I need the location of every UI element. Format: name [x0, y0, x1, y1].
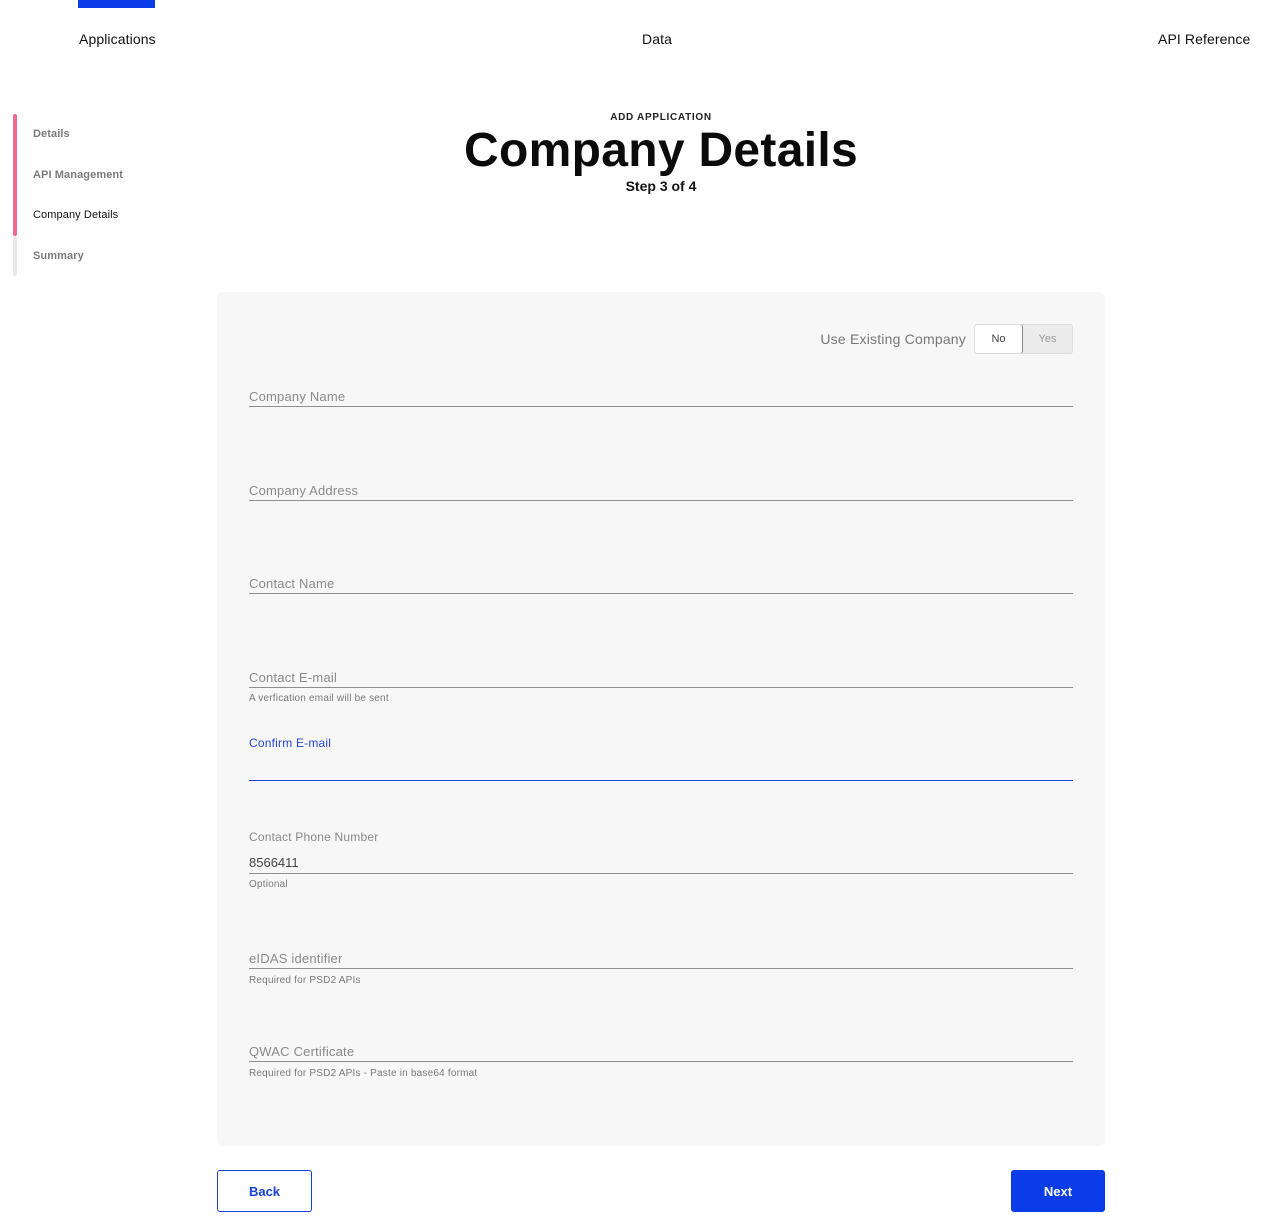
confirm-email-label: Confirm E-mail	[249, 736, 332, 750]
step-indicator	[13, 154, 17, 195]
progress-stepper: Details API Management Company Details S…	[13, 114, 123, 276]
eidas-field[interactable]: eIDAS identifier Required for PSD2 APIs	[249, 952, 1073, 986]
page-eyebrow: ADD APPLICATION	[610, 112, 712, 123]
step-company-details[interactable]: Company Details	[13, 195, 123, 236]
next-button[interactable]: Next	[1011, 1170, 1105, 1212]
eidas-hint: Required for PSD2 APIs	[249, 975, 361, 986]
contact-name-placeholder: Contact Name	[249, 576, 335, 591]
company-address-field[interactable]: Company Address	[249, 484, 1073, 501]
company-name-input[interactable]: Company Name	[249, 390, 1073, 407]
contact-phone-hint: Optional	[249, 879, 288, 890]
step-indicator	[13, 195, 17, 236]
nav-applications[interactable]: Applications	[78, 0, 156, 47]
step-label: Company Details	[33, 209, 119, 222]
back-button[interactable]: Back	[217, 1170, 312, 1212]
existing-company-toggle: Use Existing Company No Yes	[820, 324, 1073, 354]
qwac-placeholder: QWAC Certificate	[249, 1044, 355, 1059]
existing-company-no-button[interactable]: No	[975, 325, 1023, 353]
qwac-hint: Required for PSD2 APIs - Paste in base64…	[249, 1068, 478, 1079]
company-address-placeholder: Company Address	[249, 483, 359, 498]
qwac-field[interactable]: QWAC Certificate Required for PSD2 APIs …	[249, 1045, 1073, 1079]
step-api-management[interactable]: API Management	[13, 154, 124, 195]
existing-company-switch: No Yes	[974, 324, 1073, 354]
company-address-input[interactable]: Company Address	[249, 484, 1073, 501]
confirm-email-field[interactable]: Confirm E-mail	[249, 736, 1073, 781]
qwac-input[interactable]: QWAC Certificate	[249, 1045, 1073, 1062]
step-label: API Management	[33, 168, 124, 181]
contact-email-placeholder: Contact E-mail	[249, 670, 338, 685]
contact-phone-field[interactable]: Contact Phone Number 8566411 Optional	[249, 830, 1073, 890]
contact-email-field[interactable]: Contact E-mail A verfication email will …	[249, 671, 1073, 704]
existing-company-yes-button[interactable]: Yes	[1023, 325, 1072, 353]
existing-company-label: Use Existing Company	[820, 331, 966, 347]
step-indicator	[13, 114, 17, 155]
top-nav: Applications Data API Reference	[0, 0, 1277, 60]
contact-name-input[interactable]: Contact Name	[249, 577, 1073, 594]
contact-email-hint: A verfication email will be sent	[249, 693, 389, 704]
eidas-input[interactable]: eIDAS identifier	[249, 952, 1073, 969]
nav-data[interactable]: Data	[642, 31, 672, 47]
nav-api-reference[interactable]: API Reference	[1158, 31, 1250, 47]
page-header: ADD APPLICATION Company Details Step 3 o…	[217, 112, 1105, 194]
step-indicator	[13, 235, 17, 276]
confirm-email-input[interactable]	[249, 750, 1073, 781]
eidas-placeholder: eIDAS identifier	[249, 951, 343, 966]
company-name-field[interactable]: Company Name	[249, 390, 1073, 407]
company-form: Use Existing Company No Yes Company Name…	[217, 292, 1105, 1146]
contact-phone-value: 8566411	[249, 855, 299, 870]
page-title: Company Details	[464, 124, 858, 177]
contact-name-field[interactable]: Contact Name	[249, 577, 1073, 594]
step-label: Details	[33, 128, 70, 141]
contact-phone-input[interactable]: 8566411	[249, 856, 1073, 874]
company-name-placeholder: Company Name	[249, 389, 346, 404]
step-label: Summary	[33, 249, 84, 262]
step-counter: Step 3 of 4	[625, 178, 697, 194]
contact-email-input[interactable]: Contact E-mail	[249, 671, 1073, 688]
step-summary[interactable]: Summary	[13, 235, 123, 276]
step-details[interactable]: Details	[13, 114, 123, 155]
contact-phone-label: Contact Phone Number	[249, 830, 379, 844]
